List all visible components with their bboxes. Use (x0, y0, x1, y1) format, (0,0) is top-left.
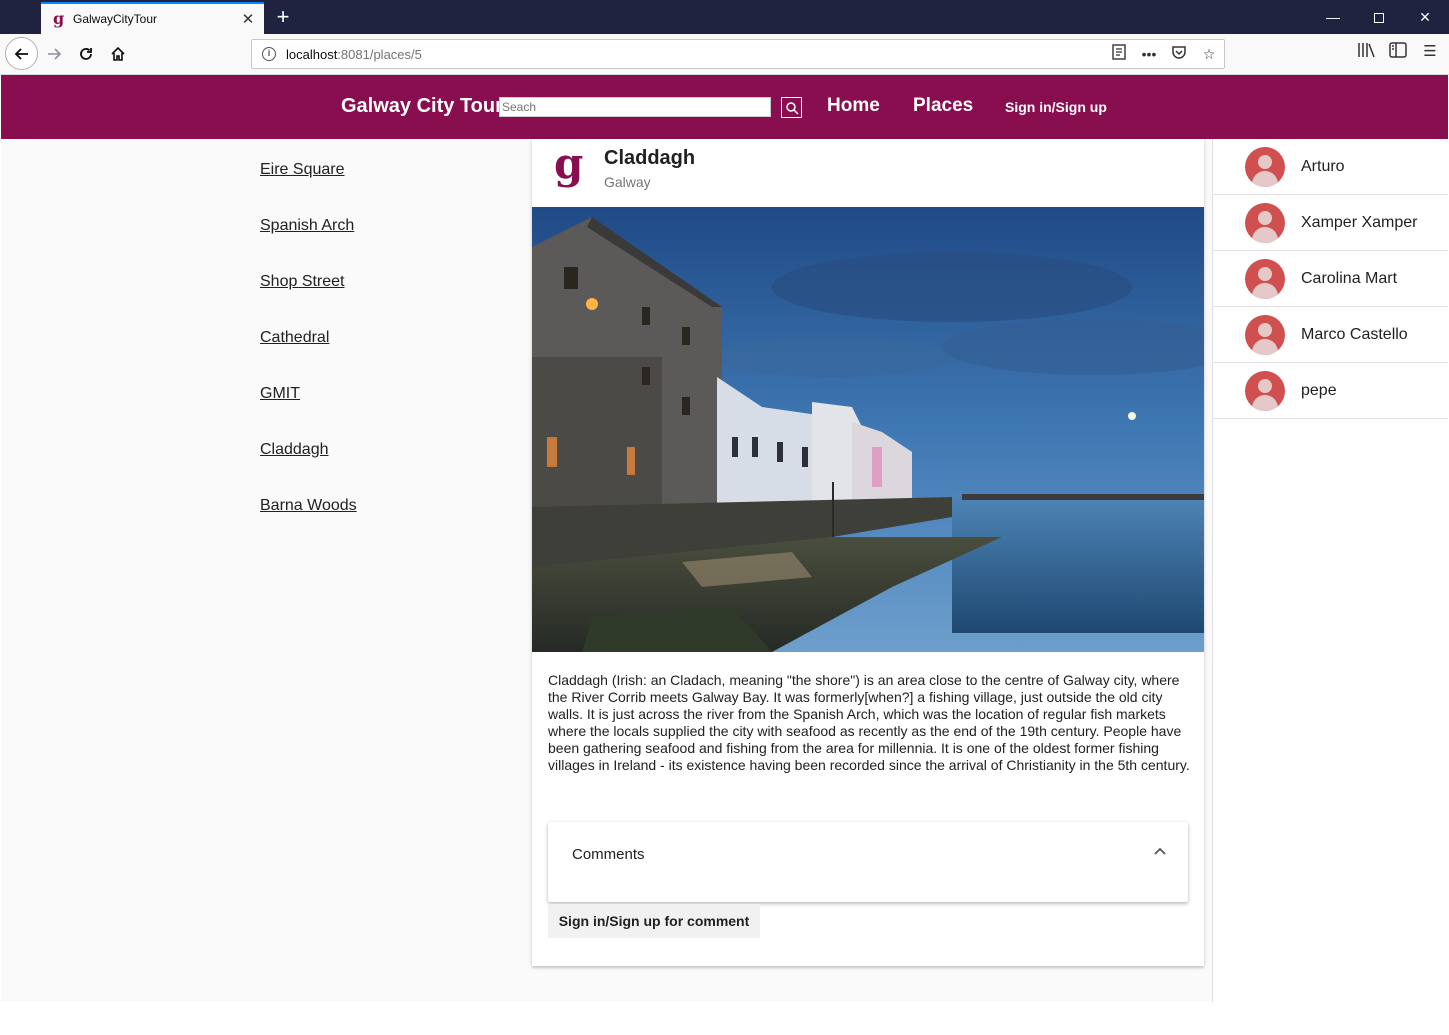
user-avatar-icon (1245, 370, 1285, 411)
user-list-item[interactable]: Marco Castello (1213, 307, 1448, 363)
user-name: pepe (1301, 381, 1337, 399)
url-text[interactable]: localhost:8081/places/5 (286, 47, 422, 62)
place-subtitle: Galway (604, 174, 651, 190)
page-actions-icon[interactable]: ••• (1140, 44, 1158, 64)
close-window-button[interactable]: ✕ (1402, 0, 1448, 34)
bookmark-star-icon[interactable]: ☆ (1200, 44, 1218, 64)
place-link[interactable]: GMIT (260, 385, 357, 441)
user-name: Marco Castello (1301, 325, 1408, 343)
places-list: Eire Square Spanish Arch Shop Street Cat… (260, 161, 357, 553)
chevron-up-icon[interactable] (1154, 842, 1166, 858)
new-tab-button[interactable]: + (271, 4, 295, 30)
page-content: Galway City Tour Home Places Sign in/Sig… (1, 75, 1448, 1002)
home-icon (111, 46, 125, 61)
page-bottom-margin (0, 1002, 1449, 1035)
place-description: Claddagh (Irish: an Cladach, meaning "th… (548, 672, 1190, 773)
user-name: Arturo (1301, 157, 1345, 175)
users-panel: Arturo Xamper Xamper Carolina Mart Marco… (1212, 139, 1448, 1002)
nav-places-link[interactable]: Places (913, 95, 973, 117)
user-list-item[interactable]: Arturo (1213, 139, 1448, 195)
site-info-icon[interactable]: i (262, 47, 276, 61)
place-photo (532, 207, 1204, 652)
search-icon (786, 102, 799, 115)
browser-tab[interactable]: g GalwayCityTour ✕ (41, 2, 264, 34)
place-link[interactable]: Claddagh (260, 441, 357, 497)
user-list-item[interactable]: Carolina Mart (1213, 251, 1448, 307)
search-input[interactable] (499, 97, 771, 117)
user-avatar-icon (1245, 146, 1285, 187)
search-button[interactable] (781, 97, 802, 118)
user-list-item[interactable]: pepe (1213, 363, 1448, 419)
app-brand[interactable]: Galway City Tour (341, 95, 503, 118)
place-link[interactable]: Shop Street (260, 273, 357, 329)
pocket-icon[interactable] (1170, 44, 1188, 64)
user-list-item[interactable]: Xamper Xamper (1213, 195, 1448, 251)
reader-view-icon[interactable] (1110, 44, 1128, 64)
browser-navbar: i localhost:8081/places/5 ••• ☆ ☰ (0, 34, 1449, 75)
forward-arrow-icon (48, 48, 62, 60)
place-link[interactable]: Eire Square (260, 161, 357, 217)
menu-icon[interactable]: ☰ (1421, 42, 1439, 62)
library-icon[interactable] (1357, 42, 1375, 62)
tab-favicon-icon: g (53, 9, 65, 28)
signin-for-comment-button[interactable]: Sign in/Sign up for comment (548, 904, 760, 938)
place-link[interactable]: Barna Woods (260, 497, 357, 553)
tab-close-icon[interactable]: ✕ (236, 10, 260, 28)
user-name: Xamper Xamper (1301, 213, 1418, 231)
place-title: Claddagh (604, 147, 696, 169)
back-button[interactable] (5, 37, 38, 70)
user-avatar-icon (1245, 314, 1285, 355)
app-toolbar: Galway City Tour Home Places Sign in/Sig… (1, 75, 1448, 139)
place-card: g Claddagh Galway Claddagh (Irish: an Cl… (532, 139, 1204, 966)
nav-home-link[interactable]: Home (827, 95, 880, 117)
minimize-button[interactable]: — (1310, 0, 1356, 34)
user-name: Carolina Mart (1301, 269, 1398, 287)
forward-button[interactable] (38, 38, 70, 70)
home-button[interactable] (102, 38, 134, 70)
reload-icon (80, 48, 92, 60)
place-link[interactable]: Cathedral (260, 329, 357, 385)
maximize-button[interactable] (1356, 0, 1402, 34)
place-link[interactable]: Spanish Arch (260, 217, 357, 273)
url-bar[interactable]: i localhost:8081/places/5 ••• ☆ (251, 39, 1225, 69)
tab-title: GalwayCityTour (73, 12, 158, 26)
user-avatar-icon (1245, 202, 1285, 243)
sidebar-toggle-icon[interactable] (1389, 42, 1407, 62)
back-arrow-icon (14, 47, 28, 60)
browser-titlebar: g GalwayCityTour ✕ + — ✕ (0, 0, 1449, 34)
reload-button[interactable] (70, 38, 102, 70)
comments-panel[interactable]: Comments (548, 822, 1188, 902)
nav-signin-link[interactable]: Sign in/Sign up (1005, 99, 1107, 115)
comments-title: Comments (572, 846, 645, 863)
place-avatar-icon: g (554, 139, 584, 188)
user-avatar-icon (1245, 258, 1285, 299)
